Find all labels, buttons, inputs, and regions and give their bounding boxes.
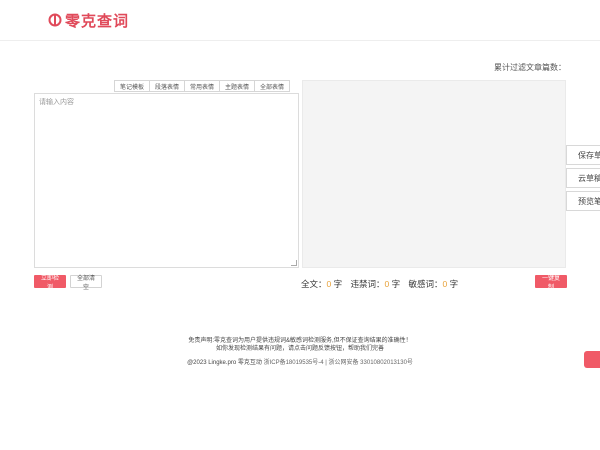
common-emoji-button[interactable]: 常用表情 <box>184 80 220 92</box>
logo[interactable]: 零克查词 <box>48 9 129 31</box>
full-text-unit: 字 <box>333 279 343 289</box>
paragraph-emoji-button[interactable]: 段落表情 <box>149 80 185 92</box>
input-editor <box>34 93 299 268</box>
sensitive-words-label: 敏感词： <box>408 279 443 289</box>
clear-all-button[interactable]: 全部清空 <box>70 275 102 291</box>
detect-button[interactable]: 立即检测 <box>34 275 66 291</box>
preview-note-button[interactable]: 预览笔记 <box>566 191 600 211</box>
result-preview-panel <box>302 80 566 268</box>
icp-link[interactable]: 浙ICP备18019535号-4 <box>264 360 324 366</box>
feedback-hint-line: 如你发现检测结果有问题，请点击问题反馈按钮，帮助我们完善 <box>215 346 384 352</box>
all-emoji-button[interactable]: 全部表情 <box>254 80 290 92</box>
top-header: 零克查词 <box>0 0 600 41</box>
resize-handle[interactable] <box>291 260 297 266</box>
note-template-button[interactable]: 笔记模板 <box>114 80 150 92</box>
footer-separator: | <box>325 360 327 366</box>
theme-emoji-button[interactable]: 主题表情 <box>219 80 255 92</box>
save-draft-button[interactable]: 保存草稿 <box>566 145 600 165</box>
sensitive-words-unit: 字 <box>449 279 459 289</box>
emoji-toolbar: 笔记模板 段落表情 常用表情 主题表情 全部表情 <box>114 80 290 93</box>
filtered-article-count: 累计过滤文章篇数： <box>494 63 566 72</box>
full-text-count: 0 <box>326 279 332 289</box>
logo-text: 零克查词 <box>65 11 130 30</box>
banned-words-label: 违禁词： <box>350 279 385 289</box>
sensitive-words-count: 0 <box>442 279 448 289</box>
police-record-link[interactable]: 浙公网安备 33010802013130号 <box>329 360 413 366</box>
full-text-label: 全文： <box>301 279 327 289</box>
copyright-line: @2023 Lingke.pro 零克互动 浙ICP备18019535号-4 |… <box>0 357 600 366</box>
word-stats: 全文：0 字 违禁词：0 字 敏感词：0 字 <box>301 278 458 290</box>
banned-words-count: 0 <box>384 279 390 289</box>
copy-all-button[interactable]: 一键复制 <box>535 275 567 291</box>
logo-icon <box>48 13 62 27</box>
banned-words-unit: 字 <box>391 279 401 289</box>
cloud-draft-button[interactable]: 云草稿 <box>566 168 600 188</box>
copyright-text: @2023 Lingke.pro 零克互动 <box>187 360 262 366</box>
content-input[interactable] <box>35 94 298 267</box>
